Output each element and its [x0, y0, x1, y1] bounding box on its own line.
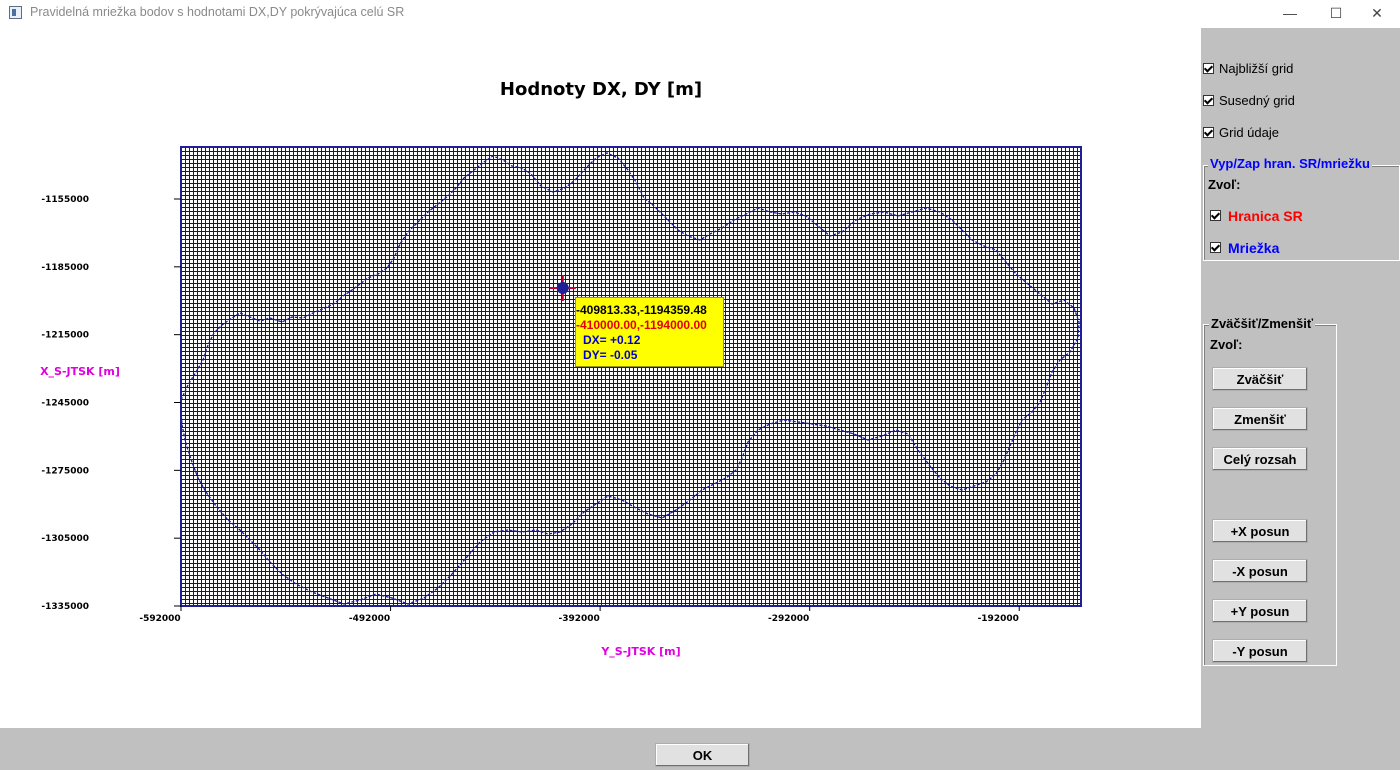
- ok-button[interactable]: OK: [655, 743, 750, 767]
- x-tick-label-3: -292000: [768, 614, 809, 624]
- zoom-out-button[interactable]: Zmenšiť: [1212, 407, 1308, 431]
- y-axis-label: X_S-JTSK [m]: [40, 365, 120, 378]
- najblizsi-grid-label: Najbližší grid: [1219, 61, 1294, 76]
- plus-x-pan-button[interactable]: +X posun: [1212, 519, 1308, 543]
- boundary-group-title: Vyp/Zap hran. SR/mriežku: [1208, 156, 1372, 171]
- minus-y-pan-button[interactable]: -Y posun: [1212, 639, 1308, 663]
- y-tick-label-5: -1305000: [41, 534, 89, 544]
- coordinate-tooltip: -409813.33,-1194359.48 -410000.00,-11940…: [575, 297, 724, 367]
- minimize-button[interactable]: —: [1267, 0, 1313, 28]
- tooltip-grid-point: -410000.00,-1194000.00: [576, 318, 707, 332]
- tooltip-coords: -409813.33,-1194359.48: [576, 303, 707, 317]
- x-tick-label-4: -192000: [978, 614, 1019, 624]
- mriezka-checkbox[interactable]: [1210, 242, 1221, 253]
- plot-pane: Hodnoty DX, DY [m] -592000 -492000 -392000…: [0, 28, 1201, 728]
- plus-y-pan-button[interactable]: +Y posun: [1212, 599, 1308, 623]
- x-tick-label-1: -492000: [349, 614, 390, 624]
- zoom-in-button[interactable]: Zväčšiť: [1212, 367, 1308, 391]
- maximize-button[interactable]: ☐: [1313, 0, 1359, 28]
- y-tick-label-4: -1275000: [41, 466, 89, 476]
- close-button[interactable]: ✕: [1354, 0, 1400, 28]
- window-title: Pravidelná mriežka bodov s hodnotami DX,…: [30, 5, 405, 19]
- susedny-grid-checkbox[interactable]: [1203, 95, 1214, 106]
- y-tick-label-0: -1155000: [41, 195, 89, 205]
- app-icon: [9, 6, 22, 19]
- y-tick-label-6: -1335000: [41, 602, 89, 612]
- control-pane: Najbližší grid Susedný grid Grid údaje V…: [1201, 28, 1400, 728]
- grid-udaje-label: Grid údaje: [1219, 125, 1279, 140]
- title-bar: Pravidelná mriežka bodov s hodnotami DX,…: [0, 0, 1400, 28]
- full-range-button[interactable]: Celý rozsah: [1212, 447, 1308, 471]
- y-tick-label-3: -1245000: [41, 399, 89, 409]
- chart-title: Hodnoty DX, DY [m]: [500, 79, 702, 100]
- zoom-prompt: Zvoľ:: [1210, 337, 1243, 352]
- crosshair-center: [556, 282, 569, 294]
- najblizsi-grid-checkbox[interactable]: [1203, 63, 1214, 74]
- grid-udaje-checkbox[interactable]: [1203, 127, 1214, 138]
- hranica-sr-checkbox[interactable]: [1210, 210, 1221, 221]
- x-tick-label-0: -592000: [139, 614, 180, 624]
- tooltip-dx: DX= +0.12: [583, 333, 641, 347]
- mriezka-label: Mriežka: [1228, 240, 1280, 256]
- x-tick-label-2: -392000: [558, 614, 599, 624]
- chart[interactable]: Hodnoty DX, DY [m] -592000 -492000 -392000…: [0, 28, 1201, 728]
- x-axis-label: Y_S-JTSK [m]: [600, 645, 680, 658]
- hranica-sr-label: Hranica SR: [1228, 208, 1303, 224]
- tooltip-dy: DY= -0.05: [583, 348, 638, 362]
- zoom-group-title: Zväčšiť/Zmenšiť: [1209, 316, 1316, 331]
- susedny-grid-label: Susedný grid: [1219, 93, 1295, 108]
- y-tick-label-2: -1215000: [41, 331, 89, 341]
- y-tick-label-1: -1185000: [41, 263, 89, 273]
- minus-x-pan-button[interactable]: -X posun: [1212, 559, 1308, 583]
- boundary-prompt: Zvoľ:: [1208, 177, 1241, 192]
